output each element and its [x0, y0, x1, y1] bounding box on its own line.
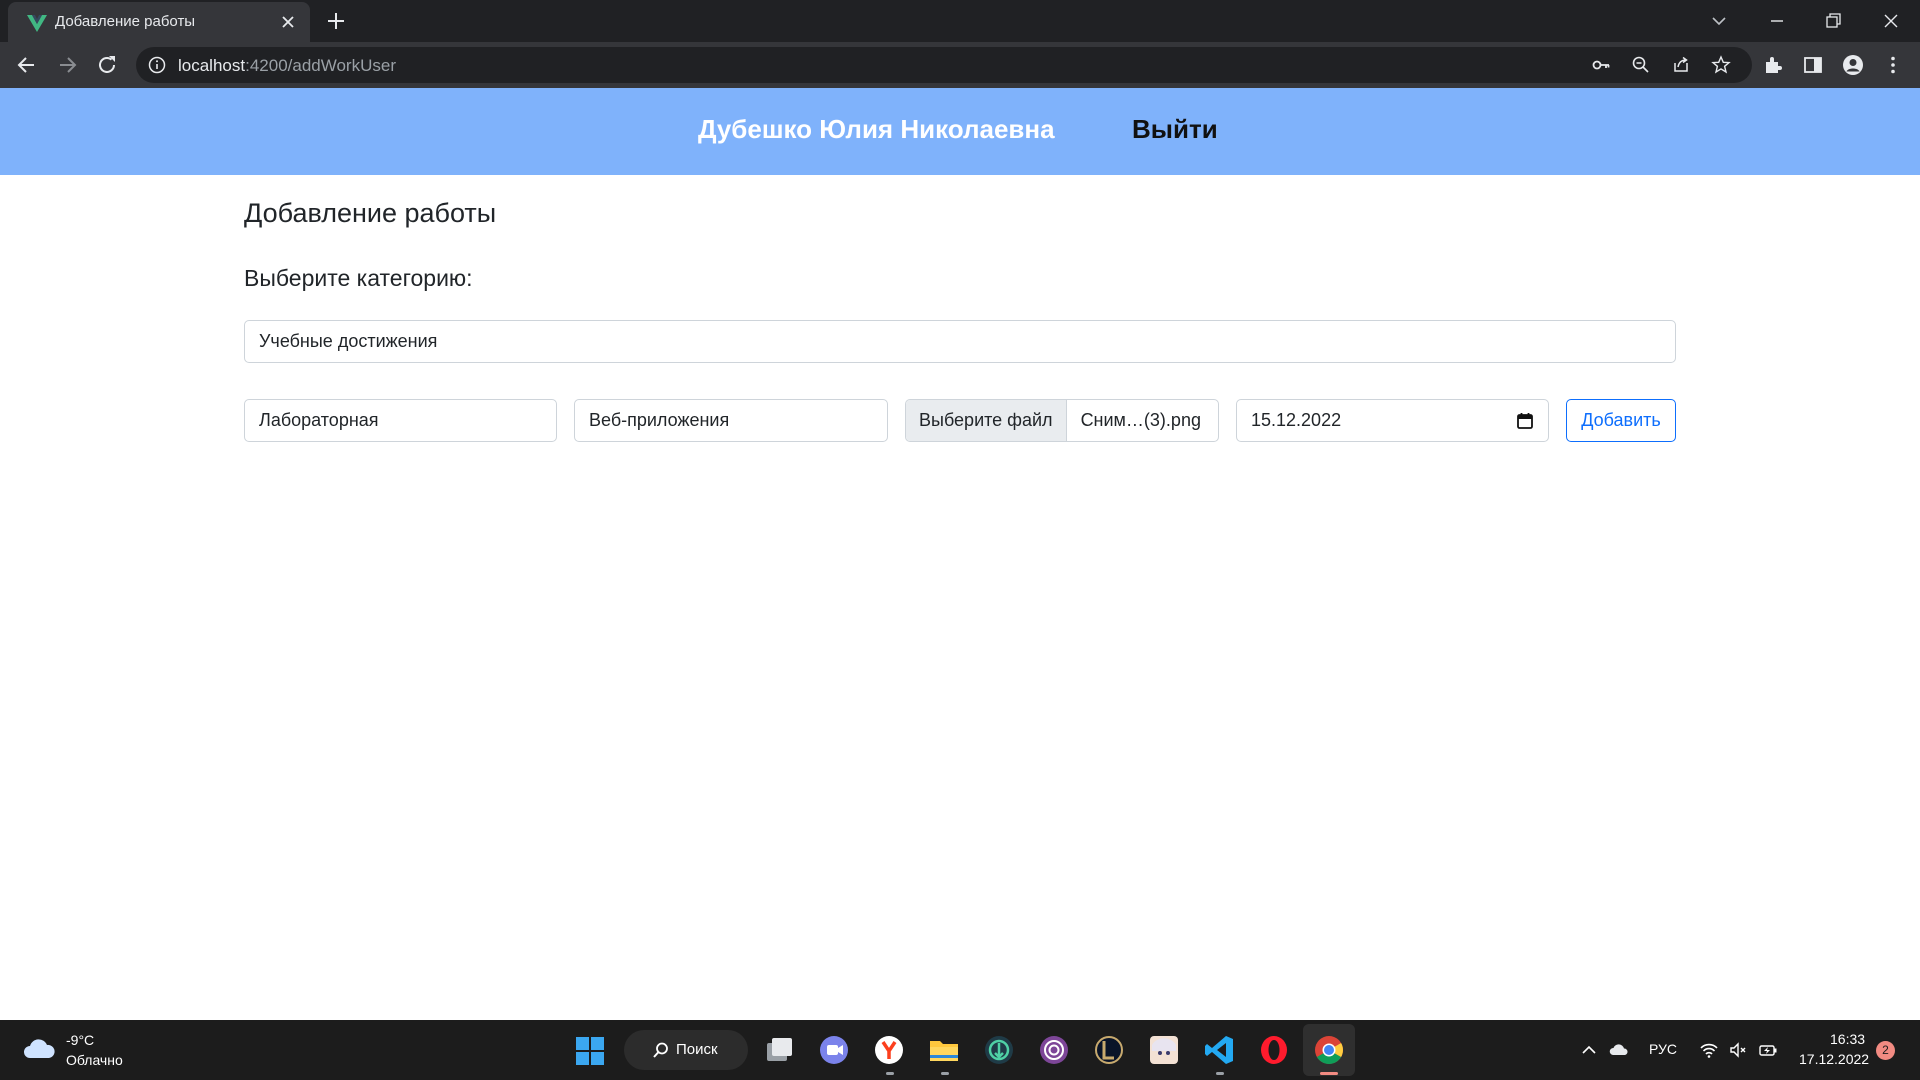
- taskbar-search[interactable]: Поиск: [624, 1030, 748, 1070]
- league-of-legends-icon[interactable]: [1092, 1033, 1126, 1067]
- password-key-icon[interactable]: [1591, 55, 1611, 75]
- tab-title: Добавление работы: [55, 13, 196, 30]
- category-label: Выберите категорию:: [244, 265, 473, 291]
- tab-close-icon[interactable]: [280, 14, 296, 30]
- browser-tab-active[interactable]: Добавление работы: [8, 2, 310, 42]
- work-type-input[interactable]: Лабораторная: [244, 399, 557, 442]
- task-view-icon[interactable]: [763, 1033, 797, 1067]
- new-tab-icon[interactable]: [326, 11, 346, 31]
- chevron-up-icon[interactable]: [1579, 1040, 1599, 1060]
- clock-time[interactable]: 16:33: [1830, 1031, 1865, 1047]
- notification-badge[interactable]: 2: [1876, 1041, 1895, 1060]
- wifi-icon[interactable]: [1699, 1040, 1719, 1060]
- address-bar[interactable]: localhost:4200/addWorkUser: [136, 47, 1752, 83]
- calendar-icon[interactable]: [1516, 412, 1534, 430]
- share-icon[interactable]: [1671, 55, 1691, 75]
- language-indicator[interactable]: РУС: [1649, 1041, 1677, 1057]
- weather-temperature: -9°C: [66, 1032, 95, 1048]
- extensions-puzzle-icon[interactable]: [1762, 54, 1784, 76]
- back-arrow-icon[interactable]: [14, 52, 40, 78]
- url-path: :4200/addWorkUser: [245, 56, 396, 75]
- running-indicator: [886, 1072, 894, 1075]
- page-title: Добавление работы: [244, 198, 497, 228]
- chrome-icon[interactable]: [1312, 1033, 1346, 1067]
- windows-start-icon[interactable]: [575, 1036, 605, 1066]
- choose-file-button[interactable]: Выберите файл: [906, 400, 1067, 441]
- opera-icon[interactable]: [1257, 1033, 1291, 1067]
- active-indicator: [1320, 1072, 1338, 1075]
- profile-icon[interactable]: [1842, 54, 1864, 76]
- file-input[interactable]: Выберите файл Сним…(3).png: [905, 399, 1219, 442]
- category-select[interactable]: Учебные достижения: [244, 320, 1676, 363]
- date-value: 15.12.2022: [1251, 410, 1342, 430]
- close-window-icon[interactable]: [1878, 8, 1904, 34]
- onedrive-cloud-icon[interactable]: [1609, 1040, 1629, 1060]
- app-header: Дубешко Юлия Николаевна Выйти: [0, 88, 1920, 175]
- weather-condition: Облачно: [66, 1052, 123, 1068]
- logout-link[interactable]: Выйти: [1132, 114, 1218, 145]
- game-launcher-icon[interactable]: [982, 1033, 1016, 1067]
- restore-icon[interactable]: [1820, 8, 1846, 34]
- file-name: Сним…(3).png: [1080, 410, 1201, 430]
- clock-date[interactable]: 17.12.2022: [1799, 1051, 1869, 1067]
- subject-input[interactable]: Веб-приложения: [574, 399, 888, 442]
- battery-charging-icon[interactable]: [1758, 1040, 1778, 1060]
- tor-browser-icon[interactable]: [1037, 1033, 1071, 1067]
- forward-arrow-icon[interactable]: [54, 52, 80, 78]
- zoom-out-icon[interactable]: [1631, 55, 1651, 75]
- running-indicator: [1216, 1072, 1224, 1075]
- search-icon: [653, 1042, 668, 1058]
- search-label: Поиск: [676, 1041, 718, 1058]
- browser-titlebar: Добавление работы: [0, 0, 1920, 42]
- browser-toolbar: localhost:4200/addWorkUser: [0, 42, 1920, 88]
- reload-icon[interactable]: [94, 52, 120, 78]
- vue-logo-icon: [27, 15, 47, 32]
- side-panel-icon[interactable]: [1802, 54, 1824, 76]
- site-info-icon[interactable]: [148, 56, 166, 74]
- taskbar: -9°C Облачно Поиск РУС 16:33 17.12.2022 …: [0, 1020, 1920, 1080]
- file-explorer-icon[interactable]: [927, 1033, 961, 1067]
- vscode-icon[interactable]: [1202, 1033, 1236, 1067]
- running-indicator: [941, 1072, 949, 1075]
- anime-app-icon[interactable]: [1147, 1033, 1181, 1067]
- bookmark-star-icon[interactable]: [1711, 55, 1731, 75]
- cloud-weather-icon[interactable]: [22, 1036, 56, 1062]
- teams-icon[interactable]: [817, 1033, 851, 1067]
- minimize-icon[interactable]: [1764, 8, 1790, 34]
- kebab-menu-icon[interactable]: [1882, 54, 1904, 76]
- date-input[interactable]: 15.12.2022: [1236, 399, 1549, 442]
- url-text: localhost:4200/addWorkUser: [178, 56, 396, 76]
- yandex-browser-icon[interactable]: [872, 1033, 906, 1067]
- add-button[interactable]: Добавить: [1566, 399, 1676, 442]
- url-host: localhost: [178, 56, 246, 75]
- user-name: Дубешко Юлия Николаевна: [698, 114, 1055, 144]
- tab-search-chevron-icon[interactable]: [1706, 8, 1732, 34]
- volume-muted-icon[interactable]: [1728, 1040, 1748, 1060]
